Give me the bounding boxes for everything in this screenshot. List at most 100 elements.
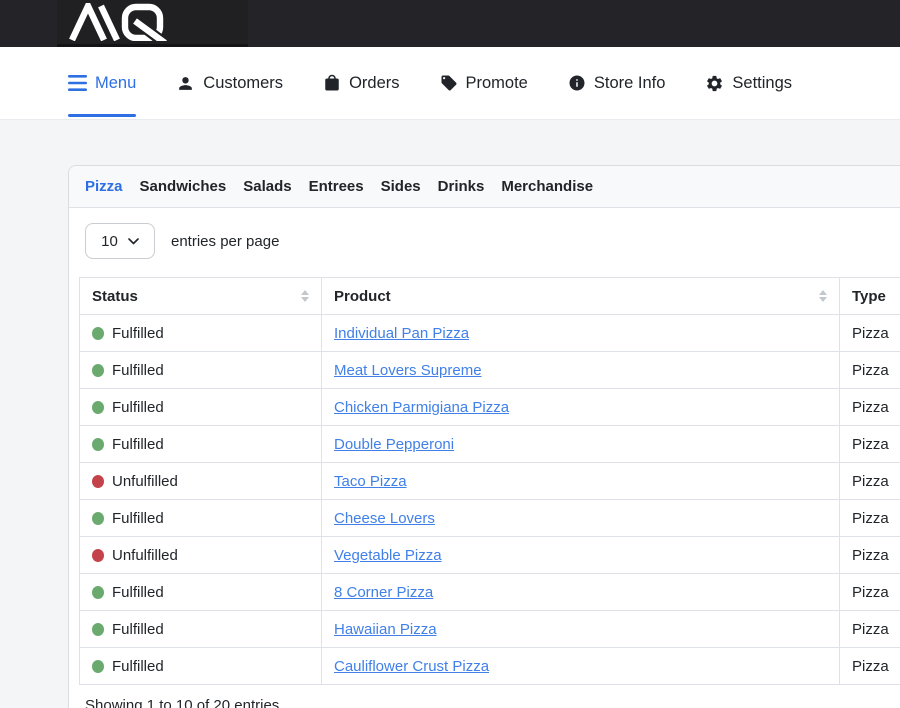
- sort-icon[interactable]: [301, 290, 309, 302]
- product-cell: 8 Corner Pizza: [322, 574, 840, 611]
- nav-item-store-info[interactable]: Store Info: [568, 47, 666, 119]
- table-info-summary: Showing 1 to 10 of 20 entries: [85, 697, 900, 708]
- product-link[interactable]: Chicken Parmigiana Pizza: [334, 399, 509, 416]
- product-link[interactable]: Cauliflower Crust Pizza: [334, 658, 489, 675]
- status-cell: Fulfilled: [80, 389, 322, 426]
- status-label: Fulfilled: [112, 362, 164, 379]
- product-cell: Individual Pan Pizza: [322, 315, 840, 352]
- table-row: Fulfilled Meat Lovers Supreme Pizza: [80, 352, 900, 389]
- status-label: Fulfilled: [112, 436, 164, 453]
- status-dot-icon: [92, 549, 104, 562]
- table-row: Unfulfilled Taco Pizza Pizza: [80, 463, 900, 500]
- nav-item-menu[interactable]: Menu: [68, 47, 136, 119]
- product-link[interactable]: Taco Pizza: [334, 473, 407, 490]
- tab-merchandise[interactable]: Merchandise: [501, 178, 593, 195]
- nav-item-promote[interactable]: Promote: [440, 47, 528, 119]
- aiq-logo-icon: [68, 3, 180, 41]
- column-header-status[interactable]: Status: [80, 278, 322, 315]
- product-link[interactable]: Double Pepperoni: [334, 436, 454, 453]
- entries-per-page-row: 10 entries per page: [85, 223, 900, 259]
- status-dot-icon: [92, 623, 104, 636]
- status-cell: Fulfilled: [80, 426, 322, 463]
- product-link[interactable]: 8 Corner Pizza: [334, 584, 433, 601]
- nav-item-customers[interactable]: Customers: [176, 47, 283, 119]
- status-label: Fulfilled: [112, 621, 164, 638]
- status-cell: Fulfilled: [80, 500, 322, 537]
- table-row: Fulfilled Double Pepperoni Pizza: [80, 426, 900, 463]
- status-cell: Fulfilled: [80, 648, 322, 685]
- entries-per-page-label: entries per page: [171, 233, 279, 250]
- status-dot-icon: [92, 401, 104, 414]
- column-header-label: Product: [334, 288, 391, 305]
- column-header-type[interactable]: Type: [840, 278, 900, 315]
- product-cell: Hawaiian Pizza: [322, 611, 840, 648]
- tab-pizza[interactable]: Pizza: [85, 178, 123, 195]
- status-label: Fulfilled: [112, 399, 164, 416]
- category-tabs: Pizza Sandwiches Salads Entrees Sides Dr…: [69, 166, 900, 208]
- status-cell: Unfulfilled: [80, 537, 322, 574]
- nav-item-orders[interactable]: Orders: [323, 47, 399, 119]
- logo: [57, 0, 248, 47]
- status-label: Fulfilled: [112, 510, 164, 527]
- status-dot-icon: [92, 512, 104, 525]
- nav-item-settings[interactable]: Settings: [705, 47, 792, 119]
- nav-item-label: Orders: [349, 74, 399, 93]
- table-body: Fulfilled Individual Pan Pizza Pizza Ful…: [80, 315, 900, 685]
- main-navbar: Menu Customers Orders Promote Store Info…: [0, 47, 900, 120]
- product-cell: Meat Lovers Supreme: [322, 352, 840, 389]
- product-cell: Vegetable Pizza: [322, 537, 840, 574]
- product-link[interactable]: Vegetable Pizza: [334, 547, 442, 564]
- tab-entrees[interactable]: Entrees: [309, 178, 364, 195]
- status-dot-icon: [92, 438, 104, 451]
- type-cell: Pizza: [840, 611, 900, 648]
- product-cell: Cheese Lovers: [322, 500, 840, 537]
- table-row: Fulfilled Chicken Parmigiana Pizza Pizza: [80, 389, 900, 426]
- status-dot-icon: [92, 660, 104, 673]
- type-cell: Pizza: [840, 352, 900, 389]
- tab-sides[interactable]: Sides: [381, 178, 421, 195]
- entries-per-page-value: 10: [101, 233, 118, 250]
- product-link[interactable]: Cheese Lovers: [334, 510, 435, 527]
- table-row: Fulfilled Cheese Lovers Pizza: [80, 500, 900, 537]
- product-cell: Taco Pizza: [322, 463, 840, 500]
- person-icon: [176, 74, 195, 93]
- chevron-down-icon: [128, 238, 139, 245]
- sort-icon[interactable]: [819, 290, 827, 302]
- nav-item-label: Settings: [732, 74, 792, 93]
- table-row: Fulfilled Individual Pan Pizza Pizza: [80, 315, 900, 352]
- type-cell: Pizza: [840, 426, 900, 463]
- tab-drinks[interactable]: Drinks: [438, 178, 485, 195]
- bag-icon: [323, 74, 341, 92]
- tab-salads[interactable]: Salads: [243, 178, 291, 195]
- product-cell: Double Pepperoni: [322, 426, 840, 463]
- status-label: Unfulfilled: [112, 473, 178, 490]
- product-link[interactable]: Meat Lovers Supreme: [334, 362, 482, 379]
- table-row: Fulfilled Hawaiian Pizza Pizza: [80, 611, 900, 648]
- status-label: Fulfilled: [112, 658, 164, 675]
- menu-card: Pizza Sandwiches Salads Entrees Sides Dr…: [68, 165, 900, 708]
- products-table: Status Product Type: [79, 277, 900, 685]
- status-cell: Fulfilled: [80, 352, 322, 389]
- status-cell: Fulfilled: [80, 315, 322, 352]
- status-label: Fulfilled: [112, 584, 164, 601]
- status-dot-icon: [92, 364, 104, 377]
- table-header-row: Status Product Type: [80, 278, 900, 315]
- status-label: Unfulfilled: [112, 547, 178, 564]
- type-cell: Pizza: [840, 537, 900, 574]
- column-header-label: Status: [92, 288, 138, 305]
- entries-per-page-select[interactable]: 10: [85, 223, 155, 259]
- product-link[interactable]: Individual Pan Pizza: [334, 325, 469, 342]
- tab-sandwiches[interactable]: Sandwiches: [140, 178, 227, 195]
- status-label: Fulfilled: [112, 325, 164, 342]
- product-cell: Cauliflower Crust Pizza: [322, 648, 840, 685]
- type-cell: Pizza: [840, 315, 900, 352]
- status-cell: Fulfilled: [80, 611, 322, 648]
- product-link[interactable]: Hawaiian Pizza: [334, 621, 437, 638]
- status-dot-icon: [92, 586, 104, 599]
- type-cell: Pizza: [840, 574, 900, 611]
- status-dot-icon: [92, 327, 104, 340]
- hamburger-icon: [68, 75, 87, 91]
- column-header-product[interactable]: Product: [322, 278, 840, 315]
- table-row: Fulfilled 8 Corner Pizza Pizza: [80, 574, 900, 611]
- card-body: 10 entries per page Status: [69, 208, 900, 708]
